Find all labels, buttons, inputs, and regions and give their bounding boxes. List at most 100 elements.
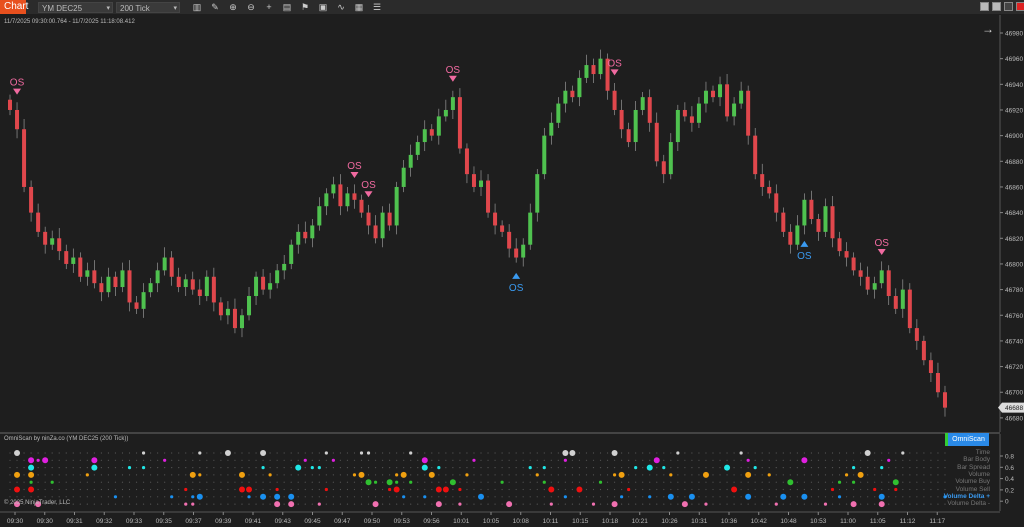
signal-dot-large [702, 471, 709, 478]
price-chart[interactable]: 46980 46960 46940 46920 46900 46880 46860 46840… [0, 15, 1024, 432]
grid-dot [684, 467, 686, 469]
grid-dot [628, 452, 630, 454]
grid-dot [234, 459, 236, 461]
grid-dot [824, 459, 827, 461]
grid-dot [206, 496, 208, 498]
grid-dot [705, 496, 707, 498]
candle-body [921, 340, 926, 361]
chart-tab[interactable]: Chart [0, 0, 28, 14]
grid-dot [93, 452, 95, 454]
scale-label: 0.2 [1005, 487, 1014, 494]
instrument-selector[interactable]: YM DEC25 ▾ [38, 1, 113, 13]
grid-dot [487, 496, 489, 498]
signal-label: OS [361, 180, 376, 191]
signal-label: OS [446, 65, 461, 76]
candle-body [703, 90, 708, 104]
signal-dot-small [191, 502, 195, 506]
grid-dot [107, 496, 110, 498]
grid-dot [494, 452, 496, 454]
grid-dot [487, 488, 489, 491]
window-button[interactable] [992, 2, 1001, 11]
interval-selector[interactable]: 200 Tick ▾ [116, 1, 180, 13]
grid-dot [276, 452, 278, 454]
close-button[interactable] [1016, 2, 1024, 11]
minimize-button[interactable] [1004, 2, 1013, 11]
candle-body [928, 360, 933, 373]
grid-dot [803, 452, 805, 454]
crosshair-icon[interactable]: + [262, 2, 276, 13]
grid-dot [937, 503, 939, 505]
bar-chart-icon[interactable]: ▥ [190, 2, 204, 13]
price-tick-label: 46780 [1005, 287, 1023, 294]
grid-dot [431, 488, 433, 491]
snapshot-icon[interactable]: ▣ [316, 2, 330, 13]
grid-dot [220, 481, 222, 483]
flag-icon[interactable]: ⚑ [298, 2, 312, 13]
signal-up-triangle [512, 272, 521, 279]
grid-dot [853, 474, 855, 476]
signal-label: OS [509, 283, 524, 294]
grid-dot [571, 496, 574, 498]
grid-dot [381, 488, 384, 491]
calculator-icon[interactable]: ▦ [352, 2, 366, 13]
grid-dot [810, 488, 813, 491]
signal-dot-small [373, 480, 378, 484]
signal-dot-small [753, 466, 757, 470]
signal-dot-small [830, 487, 835, 492]
window-button[interactable] [980, 2, 989, 11]
strategy-icon[interactable]: ∿ [334, 2, 348, 13]
grid-dot [16, 496, 18, 498]
zoom-out-icon[interactable]: ⊖ [244, 2, 258, 13]
grid-dot [719, 481, 721, 483]
grid-dot [810, 452, 813, 454]
candle-body [619, 109, 624, 130]
grid-dot [916, 474, 918, 476]
properties-icon[interactable]: ▤ [280, 2, 294, 13]
grid-dot [262, 503, 264, 505]
grid-dot [585, 503, 588, 505]
candle-body [760, 174, 765, 187]
grid-dot [142, 503, 145, 505]
grid-dot [838, 503, 841, 505]
grid-dot [768, 503, 770, 505]
grid-dot [360, 481, 363, 483]
grid-dot [37, 496, 39, 498]
grid-dot [445, 459, 447, 461]
grid-dot [381, 496, 384, 498]
signal-down-triangle [350, 171, 359, 178]
signal-dot-small [662, 466, 666, 470]
grid-dot [831, 467, 834, 469]
grid-dot [487, 467, 489, 469]
grid-dot [227, 467, 229, 469]
grid-dot [185, 481, 187, 483]
grid-dot [789, 496, 791, 498]
grid-dot [360, 459, 363, 461]
grid-dot [403, 467, 405, 469]
grid-dot [473, 452, 475, 454]
grid-dot [311, 503, 313, 505]
candle-body [15, 109, 20, 130]
grid-dot [72, 467, 74, 469]
grid-dot [817, 467, 820, 469]
signal-dot-small [141, 466, 146, 470]
grid-dot [431, 496, 433, 498]
zoom-in-icon[interactable]: ⊕ [226, 2, 240, 13]
grid-dot [944, 474, 946, 476]
signal-dot-large [42, 457, 49, 464]
grid-dot [909, 474, 911, 476]
grid-dot [199, 481, 201, 483]
list-icon[interactable]: ☰ [370, 2, 384, 13]
time-tick-label: 09:56 [423, 518, 440, 525]
grid-dot [536, 496, 538, 498]
grid-dot [775, 481, 777, 483]
signal-dot-small [669, 473, 673, 477]
grid-dot [642, 459, 644, 461]
grid-dot [796, 481, 798, 483]
grid-dot [508, 496, 510, 498]
signal-down-triangle [448, 75, 457, 82]
grid-dot [255, 452, 257, 454]
time-tick-label: 11:17 [929, 518, 945, 525]
time-tick-label: 09:32 [96, 518, 113, 525]
pencil-icon[interactable]: ✎ [208, 2, 222, 13]
grid-dot [178, 459, 180, 461]
